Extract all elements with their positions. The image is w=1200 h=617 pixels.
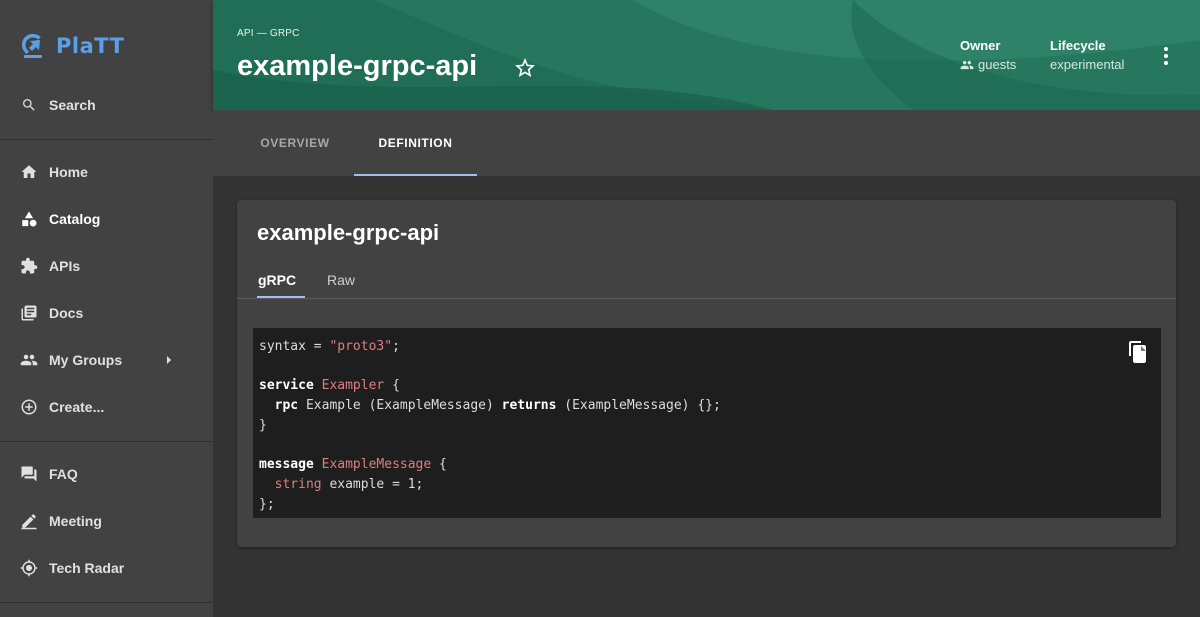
page-title: example-grpc-api (237, 50, 478, 82)
entity-tabs: OVERVIEW DEFINITION (213, 110, 1200, 176)
tab-overview[interactable]: OVERVIEW (237, 110, 353, 176)
owner-label: Owner (960, 38, 1001, 53)
sidebar-item-label: My Groups (49, 352, 123, 368)
group-icon (960, 60, 974, 69)
copy-icon[interactable] (1127, 340, 1149, 364)
tab-definition[interactable]: DEFINITION (354, 110, 477, 176)
more-vert-icon[interactable] (1158, 44, 1174, 68)
card-title: example-grpc-api (257, 220, 440, 245)
lifecycle-label: Lifecycle (1050, 38, 1106, 53)
code-text: syntax = "proto3"; service Exampler { rp… (259, 339, 721, 512)
sidebar-item-tech-radar[interactable]: Tech Radar (0, 546, 213, 590)
sidebar-item-catalog[interactable]: Catalog (0, 197, 213, 241)
search-label: Search (49, 97, 96, 113)
sidebar-item-label: Meeting (49, 513, 102, 529)
sidebar-item-label: Catalog (49, 211, 101, 227)
sidebar-divider (0, 602, 213, 603)
puzzle-icon (20, 257, 38, 275)
add-circle-icon (20, 398, 38, 416)
subtab-grpc[interactable]: gRPC (258, 272, 296, 288)
docs-icon (20, 304, 38, 322)
sidebar-item-my-groups[interactable]: My Groups (0, 338, 213, 382)
app-name: PlaTT (56, 34, 125, 58)
home-icon (20, 163, 38, 181)
definition-card: example-grpc-api gRPC Raw syntax = "prot… (237, 200, 1176, 547)
radar-icon (20, 559, 38, 577)
sidebar-item-faq[interactable]: FAQ (0, 452, 213, 496)
sidebar-divider (0, 441, 213, 442)
chevron-right-icon (167, 356, 171, 364)
sidebar-item-create[interactable]: Create... (0, 385, 213, 429)
subtab-raw[interactable]: Raw (327, 272, 355, 288)
sidebar-item-meeting[interactable]: Meeting (0, 499, 213, 543)
code-block[interactable]: syntax = "proto3"; service Exampler { rp… (253, 328, 1161, 518)
catalog-icon (20, 210, 38, 228)
tab-active-indicator (354, 174, 477, 176)
sidebar-divider (0, 139, 213, 140)
search-icon (20, 96, 38, 114)
definition-subtabs: gRPC Raw (237, 266, 1176, 299)
subtab-active-indicator (257, 296, 305, 298)
sidebar-item-label: Tech Radar (49, 560, 125, 576)
lifecycle-meta: Lifecycle experimental (1050, 38, 1124, 72)
breadcrumb[interactable]: API — GRPC (237, 28, 300, 39)
sidebar-item-docs[interactable]: Docs (0, 291, 213, 335)
owner-value[interactable]: guests (960, 57, 1016, 72)
sidebar-item-label: Home (49, 164, 88, 180)
sidebar-item-home[interactable]: Home (0, 150, 213, 194)
forum-icon (20, 465, 38, 483)
star-icon[interactable] (513, 56, 537, 80)
logo-icon (22, 34, 42, 58)
sidebar-item-apis[interactable]: APIs (0, 244, 213, 288)
group-icon (20, 351, 38, 369)
owner-name: guests (978, 57, 1017, 72)
lifecycle-value: experimental (1050, 57, 1125, 72)
sidebar-item-label: APIs (49, 258, 81, 274)
pencil-icon (20, 512, 38, 530)
app-logo[interactable]: PlaTT (20, 30, 124, 62)
page-header: API — GRPC example-grpc-api Owner guests… (213, 0, 1200, 110)
sidebar-item-label: FAQ (49, 466, 78, 482)
sidebar-search[interactable]: Search (0, 83, 213, 127)
sidebar-item-label: Create... (49, 399, 105, 415)
sidebar: PlaTT Search Home Catalog APIs Docs My G… (0, 0, 213, 617)
owner-meta: Owner guests (960, 38, 1016, 72)
sidebar-item-label: Docs (49, 305, 84, 321)
